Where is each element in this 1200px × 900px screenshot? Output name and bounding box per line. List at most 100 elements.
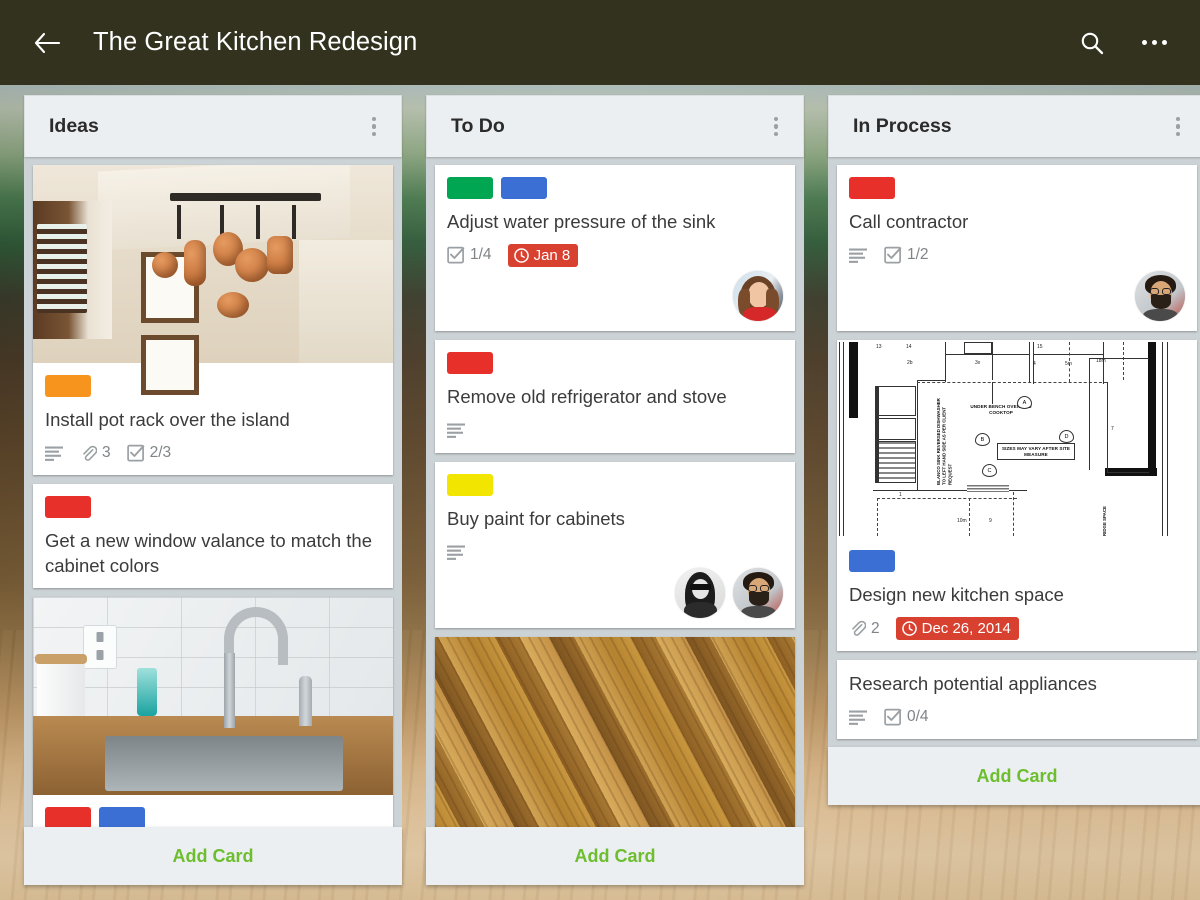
- more-vertical-icon: [773, 131, 779, 137]
- card-cover-image: [435, 637, 795, 827]
- blueprint-dim: 4: [1033, 361, 1036, 368]
- page-title: The Great Kitchen Redesign: [93, 28, 418, 56]
- more-vertical-icon: [1175, 124, 1181, 129]
- list-column-todo: To Do Adjust water pressure of the sink: [426, 95, 804, 885]
- avatar[interactable]: [1135, 271, 1185, 322]
- search-button[interactable]: [1072, 23, 1112, 63]
- more-vertical-icon: [371, 124, 377, 129]
- avatar[interactable]: [733, 568, 783, 619]
- attachment-count: 3: [102, 444, 111, 462]
- card-title: Remove old refrigerator and stove: [447, 386, 727, 408]
- card[interactable]: Buy paint for cabinets: [435, 461, 795, 629]
- card-title: Research potential appliances: [849, 672, 1097, 694]
- avatar[interactable]: [675, 568, 725, 619]
- list-title: In Process: [853, 115, 952, 137]
- list-menu-button-inprocess[interactable]: [1165, 110, 1191, 144]
- list-header-ideas: Ideas: [24, 95, 402, 157]
- list-menu-button-todo[interactable]: [763, 110, 789, 144]
- blueprint-note-ridge: RIDGE SPACE: [1102, 506, 1107, 537]
- more-vertical-icon: [371, 116, 377, 122]
- add-card-label: Add Card: [574, 845, 656, 866]
- card[interactable]: 13 14 2b 3x 15 4 5m 18m 7 10m 9 1 UNDER …: [837, 340, 1197, 651]
- add-card-button-inprocess[interactable]: Add Card: [828, 747, 1200, 805]
- checklist-icon: [447, 247, 465, 264]
- card[interactable]: Remove old refrigerator and stove: [435, 340, 795, 453]
- list-menu-button-ideas[interactable]: [361, 110, 387, 144]
- checklist-count: 1/4: [470, 246, 492, 264]
- more-horizontal-icon: [1161, 40, 1167, 45]
- kanban-board: Ideas Install pot rack over the island 3…: [0, 85, 1200, 900]
- checklist-count: 1/2: [907, 246, 929, 264]
- blueprint-tag: C: [982, 464, 997, 478]
- blueprint-note-box: SIZES MAY VARY AFTER SITE MEASURE: [1001, 446, 1071, 458]
- card-body: Call contractor 1/2: [837, 165, 1197, 331]
- card-badges: 1/4 Jan 8: [447, 243, 783, 267]
- card-cover-image: 13 14 2b 3x 15 4 5m 18m 7 10m 9 1 UNDER …: [837, 340, 1197, 539]
- checklist-badge: 1/2: [884, 246, 929, 264]
- list-cards-todo: Adjust water pressure of the sink 1/4 Ja…: [426, 157, 804, 827]
- list-cards-ideas: Install pot rack over the island 3 2/3 G…: [24, 157, 402, 827]
- due-date-text: Dec 26, 2014: [921, 620, 1011, 638]
- card[interactable]: [33, 597, 393, 827]
- card-title: Install pot rack over the island: [45, 409, 290, 430]
- add-card-label: Add Card: [976, 765, 1058, 786]
- blueprint-dim: 18m: [1096, 358, 1106, 365]
- card-body: [33, 795, 393, 827]
- blueprint-dim: 1: [899, 492, 902, 499]
- blueprint-dim: 9: [989, 518, 992, 525]
- paperclip-icon: [852, 621, 866, 637]
- list-header-todo: To Do: [426, 95, 804, 157]
- checklist-badge: 2/3: [126, 444, 171, 462]
- more-horizontal-icon: [1141, 40, 1147, 45]
- overflow-menu-button[interactable]: [1134, 23, 1174, 63]
- label-chip-red: [45, 496, 91, 519]
- label-chip-blue: [849, 550, 895, 573]
- description-icon: [45, 446, 63, 461]
- checklist-badge: 0/4: [884, 708, 929, 726]
- description-icon: [849, 248, 867, 263]
- list-title: To Do: [451, 115, 505, 137]
- label-chip-orange: [45, 375, 91, 397]
- card-badges: 3 2/3: [45, 441, 381, 465]
- due-date-badge: Jan 8: [507, 243, 579, 267]
- card-title: Design new kitchen space: [849, 584, 1064, 606]
- card-badges: 0/4: [849, 705, 1185, 729]
- card[interactable]: Call contractor 1/2: [837, 165, 1197, 332]
- back-button[interactable]: [30, 26, 64, 60]
- card-labels: [447, 177, 783, 199]
- add-card-button-ideas[interactable]: Add Card: [24, 827, 402, 885]
- blueprint-dim: 14: [906, 344, 912, 351]
- add-card-label: Add Card: [172, 845, 254, 866]
- checklist-count: 0/4: [907, 708, 929, 726]
- card[interactable]: Research potential appliances 0/4: [837, 659, 1197, 740]
- due-date-badge: Dec 26, 2014: [895, 617, 1019, 641]
- card[interactable]: Adjust water pressure of the sink 1/4 Ja…: [435, 165, 795, 332]
- card[interactable]: Install pot rack over the island 3 2/3: [33, 165, 393, 476]
- card-labels: [849, 550, 1185, 573]
- avatar[interactable]: [733, 271, 783, 322]
- list-cards-inprocess: Call contractor 1/2 13 14 2b 3x 15 4 5m …: [828, 157, 1200, 747]
- card-labels: [45, 496, 381, 519]
- paperclip-icon: [83, 445, 97, 461]
- card-body: Buy paint for cabinets: [435, 462, 795, 628]
- blueprint-dim: 10m: [957, 518, 967, 525]
- card-title: Call contractor: [849, 211, 969, 232]
- label-chip-green: [447, 177, 493, 199]
- more-vertical-icon: [773, 124, 779, 129]
- label-chip-blue: [501, 177, 547, 199]
- card[interactable]: Get a new window valance to match the ca…: [33, 484, 393, 589]
- description-badge: [45, 446, 64, 461]
- more-vertical-icon: [1175, 131, 1181, 137]
- card-labels: [45, 375, 381, 397]
- card-title: Buy paint for cabinets: [447, 507, 625, 529]
- card-labels: [849, 177, 1185, 199]
- more-vertical-icon: [1175, 116, 1181, 122]
- more-vertical-icon: [371, 131, 377, 137]
- card[interactable]: [435, 637, 795, 827]
- card-body: Adjust water pressure of the sink 1/4 Ja…: [435, 165, 795, 331]
- list-column-ideas: Ideas Install pot rack over the island 3…: [24, 95, 402, 885]
- checklist-icon: [126, 445, 144, 462]
- blueprint-dim: 7: [1111, 426, 1114, 433]
- add-card-button-todo[interactable]: Add Card: [426, 827, 804, 885]
- card-cover-image: [33, 597, 393, 796]
